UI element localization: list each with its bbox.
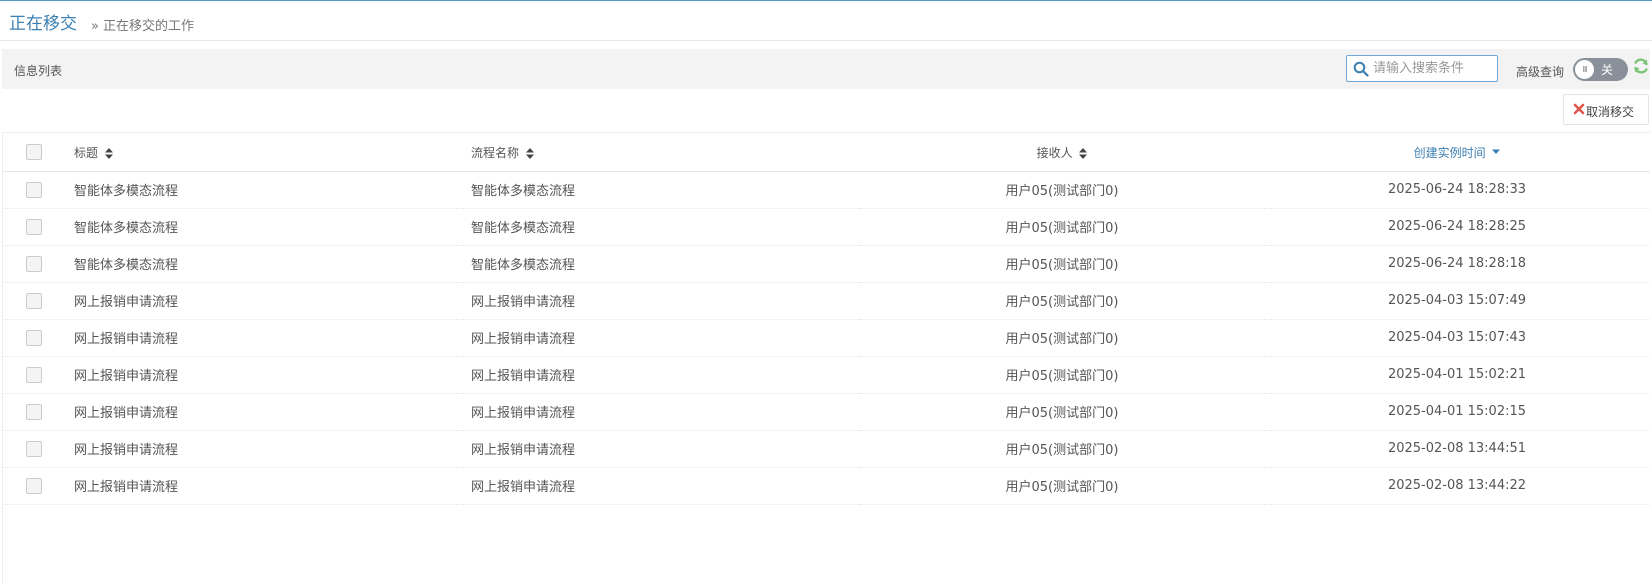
row-checkbox-cell <box>2 467 66 505</box>
list-label: 信息列表 <box>14 64 63 78</box>
table-row[interactable]: 网上报销申请流程 网上报销申请流程 用户05(测试部门0) 2025-04-03… <box>2 282 1650 320</box>
column-header-title[interactable]: 标题 <box>66 134 463 172</box>
cell-created-time: 2025-06-24 18:28:25 <box>1264 208 1650 246</box>
cell-process-name: 网上报销申请流程 <box>463 282 860 320</box>
advanced-query-label: 高级查询 <box>1516 65 1565 79</box>
cell-process-name: 智能体多模态流程 <box>463 245 860 283</box>
row-checkbox-cell <box>2 430 66 468</box>
breadcrumb-separator: » <box>91 19 99 34</box>
cell-created-time: 2025-02-08 13:44:51 <box>1264 430 1650 468</box>
table-header-row: 标题 流程名称 接收人 创建实例时间 <box>2 134 1650 172</box>
row-checkbox-cell <box>2 282 66 320</box>
row-checkbox[interactable] <box>26 477 42 494</box>
column-header-receiver[interactable]: 接收人 <box>860 134 1264 172</box>
table-row[interactable]: 智能体多模态流程 智能体多模态流程 用户05(测试部门0) 2025-06-24… <box>2 208 1650 246</box>
breadcrumb: » 正在移交的工作 <box>91 15 194 34</box>
data-table: 标题 流程名称 接收人 创建实例时间 智能体多模态流程 智能体多模态流程 用户0… <box>2 134 1650 505</box>
row-checkbox-cell <box>2 356 66 394</box>
table-row[interactable]: 网上报销申请流程 网上报销申请流程 用户05(测试部门0) 2025-02-08… <box>2 430 1650 468</box>
cancel-transfer-label: 取消移交 <box>1586 105 1635 119</box>
cell-receiver: 用户05(测试部门0) <box>860 208 1264 246</box>
toolbar: 取消移交 <box>2 89 1650 133</box>
cell-process-name: 网上报销申请流程 <box>463 467 860 505</box>
select-all-cell <box>2 134 66 172</box>
cell-created-time: 2025-04-01 15:02:21 <box>1264 356 1650 394</box>
cell-title: 智能体多模态流程 <box>66 208 463 246</box>
row-checkbox-cell <box>2 393 66 431</box>
cell-process-name: 智能体多模态流程 <box>463 171 860 209</box>
row-checkbox[interactable] <box>26 255 42 272</box>
cell-process-name: 网上报销申请流程 <box>463 430 860 468</box>
cell-created-time: 2025-04-03 15:07:43 <box>1264 319 1650 357</box>
cell-created-time: 2025-06-24 18:28:33 <box>1264 171 1650 209</box>
list-bar: 信息列表 高级查询 III 关 <box>2 49 1650 89</box>
column-header-created-time[interactable]: 创建实例时间 <box>1264 134 1650 172</box>
search-input[interactable] <box>1373 57 1495 80</box>
row-checkbox[interactable] <box>26 440 42 457</box>
advanced-query-toggle[interactable]: III 关 <box>1573 58 1628 81</box>
cancel-transfer-button[interactable]: 取消移交 <box>1563 94 1649 125</box>
page-header: 正在移交 » 正在移交的工作 <box>0 1 1652 41</box>
table-row[interactable]: 网上报销申请流程 网上报销申请流程 用户05(测试部门0) 2025-04-01… <box>2 356 1650 394</box>
cell-title: 智能体多模态流程 <box>66 171 463 209</box>
data-table-container: 标题 流程名称 接收人 创建实例时间 智能体多模态流程 智能体多模态流程 用户0… <box>2 134 1650 584</box>
sort-desc-icon <box>1492 149 1501 154</box>
column-header-label: 创建实例时间 <box>1413 145 1486 160</box>
toggle-knob: III <box>1575 60 1594 79</box>
cell-receiver: 用户05(测试部门0) <box>860 245 1264 283</box>
cell-title: 网上报销申请流程 <box>66 393 463 431</box>
column-header-process-name[interactable]: 流程名称 <box>463 134 860 172</box>
column-header-label: 流程名称 <box>471 145 520 160</box>
row-checkbox[interactable] <box>26 218 42 235</box>
refresh-icon[interactable] <box>1632 57 1650 75</box>
row-checkbox[interactable] <box>26 292 42 309</box>
cell-title: 网上报销申请流程 <box>66 319 463 357</box>
sort-icon <box>1079 147 1088 159</box>
search-icon <box>1353 61 1369 77</box>
close-icon <box>1573 103 1585 115</box>
cell-receiver: 用户05(测试部门0) <box>860 430 1264 468</box>
row-checkbox[interactable] <box>26 366 42 383</box>
search-box[interactable] <box>1346 55 1498 82</box>
cell-title: 网上报销申请流程 <box>66 467 463 505</box>
cell-receiver: 用户05(测试部门0) <box>860 393 1264 431</box>
cell-receiver: 用户05(测试部门0) <box>860 171 1264 209</box>
table-row[interactable]: 网上报销申请流程 网上报销申请流程 用户05(测试部门0) 2025-04-01… <box>2 393 1650 431</box>
cell-created-time: 2025-02-08 13:44:22 <box>1264 467 1650 505</box>
table-row[interactable]: 智能体多模态流程 智能体多模态流程 用户05(测试部门0) 2025-06-24… <box>2 171 1650 209</box>
cell-title: 网上报销申请流程 <box>66 356 463 394</box>
cell-receiver: 用户05(测试部门0) <box>860 282 1264 320</box>
table-row[interactable]: 网上报销申请流程 网上报销申请流程 用户05(测试部门0) 2025-02-08… <box>2 467 1650 505</box>
cell-title: 智能体多模态流程 <box>66 245 463 283</box>
cell-receiver: 用户05(测试部门0) <box>860 356 1264 394</box>
page-title: 正在移交 <box>9 14 77 34</box>
row-checkbox[interactable] <box>26 329 42 346</box>
cell-created-time: 2025-04-03 15:07:49 <box>1264 282 1650 320</box>
table-row[interactable]: 网上报销申请流程 网上报销申请流程 用户05(测试部门0) 2025-04-03… <box>2 319 1650 357</box>
column-header-label: 标题 <box>74 145 99 160</box>
cell-receiver: 用户05(测试部门0) <box>860 467 1264 505</box>
row-checkbox[interactable] <box>26 181 42 198</box>
sort-icon <box>525 147 534 159</box>
cell-process-name: 网上报销申请流程 <box>463 356 860 394</box>
toggle-state: 关 <box>1601 63 1614 77</box>
row-checkbox-cell <box>2 208 66 246</box>
row-checkbox-cell <box>2 319 66 357</box>
column-header-label: 接收人 <box>1036 145 1073 160</box>
row-checkbox-cell <box>2 171 66 209</box>
cell-created-time: 2025-06-24 18:28:18 <box>1264 245 1650 283</box>
cell-process-name: 网上报销申请流程 <box>463 393 860 431</box>
sort-icon <box>104 147 113 159</box>
table-row[interactable]: 智能体多模态流程 智能体多模态流程 用户05(测试部门0) 2025-06-24… <box>2 245 1650 283</box>
cell-receiver: 用户05(测试部门0) <box>860 319 1264 357</box>
cell-title: 网上报销申请流程 <box>66 430 463 468</box>
cell-process-name: 智能体多模态流程 <box>463 208 860 246</box>
row-checkbox[interactable] <box>26 403 42 420</box>
breadcrumb-current: 正在移交的工作 <box>102 19 194 34</box>
cell-process-name: 网上报销申请流程 <box>463 319 860 357</box>
cell-created-time: 2025-04-01 15:02:15 <box>1264 393 1650 431</box>
select-all-checkbox[interactable] <box>26 144 42 161</box>
row-checkbox-cell <box>2 245 66 283</box>
cell-title: 网上报销申请流程 <box>66 282 463 320</box>
